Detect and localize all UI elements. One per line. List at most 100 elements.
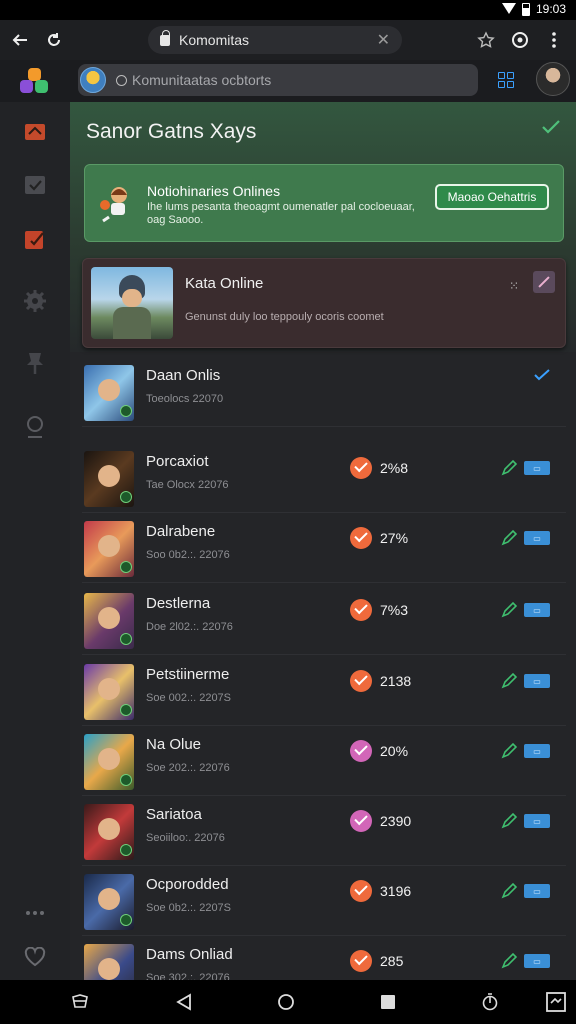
wifi-icon bbox=[501, 3, 516, 15]
tag-badge[interactable]: ▭ bbox=[524, 814, 550, 828]
game-title: Dalrabene bbox=[146, 523, 216, 540]
location-icon[interactable] bbox=[22, 414, 48, 440]
game-value: 2138 bbox=[380, 673, 412, 689]
app-logo[interactable] bbox=[20, 68, 50, 96]
search-icon bbox=[116, 74, 127, 86]
screenshot-icon[interactable] bbox=[546, 992, 566, 1012]
status-check-icon bbox=[350, 810, 372, 832]
tag-badge[interactable]: ▭ bbox=[524, 744, 550, 758]
game-subtitle: Soe 202.:. 22076 bbox=[146, 762, 230, 774]
game-title: Sariatoa bbox=[146, 806, 202, 823]
edit-icon[interactable] bbox=[22, 226, 48, 252]
status-check-icon bbox=[350, 599, 372, 621]
notice-button[interactable]: Maoao Oehattris bbox=[435, 184, 549, 210]
address-bar[interactable]: Komomitas ✕ bbox=[148, 26, 402, 54]
game-thumbnail bbox=[84, 593, 134, 649]
game-subtitle: Toeolocs 22070 bbox=[146, 393, 224, 405]
tag-badge[interactable]: ▭ bbox=[524, 884, 550, 898]
status-check-icon bbox=[350, 457, 372, 479]
featured-title: Kata Online bbox=[185, 275, 264, 292]
search-input[interactable]: Komunitaatas ocbtorts bbox=[132, 72, 271, 88]
extension-icon[interactable] bbox=[508, 28, 532, 52]
game-row[interactable]: Ocporodded Soe 0b2.:. 2207S 3196 ▭ bbox=[82, 866, 566, 936]
tag-badge[interactable]: ▭ bbox=[524, 674, 550, 688]
nav-back-icon[interactable] bbox=[174, 992, 194, 1012]
tag-badge[interactable]: ▭ bbox=[524, 461, 550, 475]
tag-badge[interactable]: ▭ bbox=[524, 603, 550, 617]
featured-action-icon[interactable] bbox=[533, 271, 555, 293]
game-row[interactable]: Petstiinerme Soe 002.:. 2207S 2138 ▭ bbox=[82, 656, 566, 726]
game-subtitle: Soe 002.:. 2207S bbox=[146, 692, 232, 704]
check-icon[interactable] bbox=[542, 120, 560, 134]
community-banner: Sanor Gatns Xays Notiohinaries Onlines I… bbox=[70, 102, 576, 352]
game-row[interactable]: Sariatoa Seoiiloo:. 22076 2390 ▭ bbox=[82, 796, 566, 866]
edit-pencil-icon[interactable] bbox=[500, 812, 518, 830]
notice-body: Ihe lums pesanta theoagmt oumenatler pal… bbox=[147, 201, 415, 226]
page-title: Sanor Gatns Xays bbox=[86, 120, 257, 143]
game-row[interactable]: Dalrabene Soo 0b2.:. 22076 27% ▭ bbox=[82, 513, 566, 583]
game-thumbnail bbox=[84, 874, 134, 930]
game-title: Petstiinerme bbox=[146, 666, 230, 683]
status-check-icon bbox=[350, 950, 372, 972]
home-icon[interactable] bbox=[22, 118, 48, 144]
pin-icon[interactable] bbox=[22, 350, 48, 376]
game-subtitle: Seoiiloo:. 22076 bbox=[146, 832, 225, 844]
game-title: Na Olue bbox=[146, 736, 202, 753]
edit-pencil-icon[interactable] bbox=[500, 952, 518, 970]
close-icon[interactable]: ✕ bbox=[377, 30, 390, 50]
game-subtitle: Doe 2l02.:. 22076 bbox=[146, 621, 233, 633]
status-check-icon bbox=[350, 670, 372, 692]
back-arrow-icon[interactable] bbox=[8, 28, 32, 52]
game-value: 7%3 bbox=[380, 602, 409, 618]
game-title: Porcaxiot bbox=[146, 453, 209, 470]
notice-title: Notiohinaries Onlines bbox=[147, 183, 281, 199]
edit-pencil-icon[interactable] bbox=[500, 882, 518, 900]
game-subtitle: Soe 302.:. 22076 bbox=[146, 972, 230, 980]
edit-pencil-icon[interactable] bbox=[500, 529, 518, 547]
status-check-icon bbox=[350, 527, 372, 549]
nav-assistant-icon[interactable] bbox=[480, 992, 500, 1012]
featured-game-card[interactable]: Kata Online Genunst duly loo teppouly oc… bbox=[82, 258, 566, 348]
selected-check-icon[interactable] bbox=[534, 369, 550, 381]
expand-icon[interactable]: ⁙ bbox=[509, 279, 519, 293]
reload-icon[interactable] bbox=[42, 28, 66, 52]
game-thumbnail bbox=[84, 944, 134, 980]
tag-badge[interactable]: ▭ bbox=[524, 954, 550, 968]
game-value: 2%8 bbox=[380, 460, 409, 476]
shield-nav-icon[interactable] bbox=[70, 992, 90, 1012]
edit-pencil-icon[interactable] bbox=[500, 459, 518, 477]
game-subtitle: Soo 0b2.:. 22076 bbox=[146, 549, 230, 561]
game-thumbnail bbox=[84, 365, 134, 421]
status-check-icon bbox=[350, 880, 372, 902]
game-row[interactable]: Destlerna Doe 2l02.:. 22076 7%3 ▭ bbox=[82, 585, 566, 655]
browser-toolbar: Komomitas ✕ bbox=[0, 20, 576, 60]
edit-pencil-icon[interactable] bbox=[500, 742, 518, 760]
nav-recents-icon[interactable] bbox=[378, 992, 398, 1012]
nav-home-icon[interactable] bbox=[276, 992, 296, 1012]
app-header: Komunitaatas ocbtorts bbox=[0, 60, 576, 102]
game-value: 27% bbox=[380, 530, 409, 546]
game-thumbnail bbox=[84, 521, 134, 577]
game-title: Daan Onlis bbox=[146, 367, 221, 384]
edit-pencil-icon[interactable] bbox=[500, 601, 518, 619]
more-vert-icon[interactable] bbox=[542, 28, 566, 52]
mascot-icon bbox=[100, 187, 127, 223]
more-horiz-icon[interactable] bbox=[22, 900, 48, 926]
game-thumbnail bbox=[84, 804, 134, 860]
edit-pencil-icon[interactable] bbox=[500, 672, 518, 690]
url-text: Komomitas bbox=[179, 32, 250, 48]
search-bar[interactable]: Komunitaatas ocbtorts bbox=[78, 64, 478, 96]
profile-avatar[interactable] bbox=[536, 62, 570, 96]
apps-grid-icon[interactable] bbox=[498, 72, 514, 88]
heart-icon[interactable] bbox=[22, 944, 48, 970]
game-value: 3196 bbox=[380, 883, 412, 899]
settings-gear-icon[interactable] bbox=[22, 288, 48, 314]
tag-badge[interactable]: ▭ bbox=[524, 531, 550, 545]
tasks-icon[interactable] bbox=[22, 172, 48, 198]
game-row[interactable]: Daan Onlis Toeolocs 22070 bbox=[82, 357, 566, 427]
game-row[interactable]: Porcaxiot Tae Olocx 22076 2%8 ▭ bbox=[82, 443, 566, 513]
bookmark-star-icon[interactable] bbox=[474, 28, 498, 52]
game-row[interactable]: Na Olue Soe 202.:. 22076 20% ▭ bbox=[82, 726, 566, 796]
featured-thumbnail bbox=[91, 267, 173, 339]
game-row[interactable]: Dams Onliad Soe 302.:. 22076 285 ▭ bbox=[82, 936, 566, 980]
